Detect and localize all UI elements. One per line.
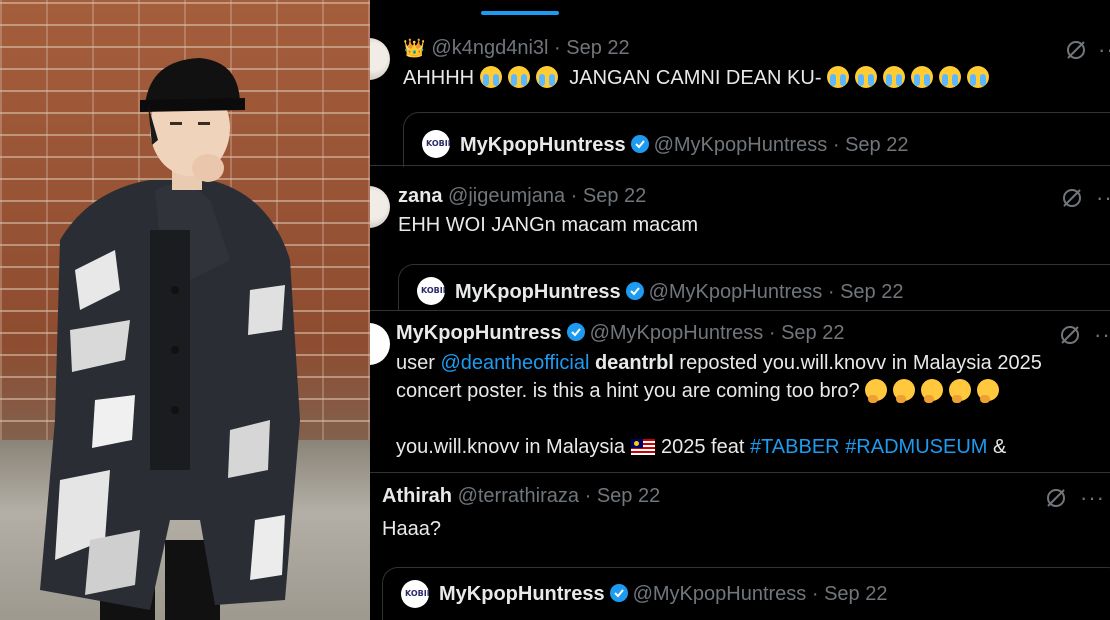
quoted-tweet[interactable]: KOBIE MyKpopHuntress @MyKpopHuntress · Se… [382, 567, 1110, 620]
malaysia-flag-icon [630, 439, 655, 455]
separator-dot: · [832, 134, 840, 156]
tweet-text: Haaa? [382, 518, 441, 540]
tweet-athirah[interactable]: Athirah @terrathiraza · Sep 22 ··· Haaa?… [370, 473, 1110, 620]
loudly-crying-face-emoji [883, 66, 906, 88]
tweet-date[interactable]: Sep 22 [583, 185, 646, 207]
loudly-crying-face-emoji [967, 66, 990, 88]
tweet-text-line-3: you.will.knovv in Malaysia 2025 feat #TAB… [396, 436, 1007, 458]
reply-feed: 👑@k4ngd4ni3l · Sep 22 ··· AHHHH JANGAN C… [370, 0, 1110, 620]
grok-icon[interactable] [1064, 38, 1088, 62]
quoted-tweet[interactable]: KOBIE MyKpopHuntress @MyKpopHuntress · Se… [403, 112, 1110, 167]
quoted-avatar: KOBIE [401, 580, 429, 608]
separator-dot: · [584, 485, 592, 507]
quoted-name: MyKpopHuntress [460, 134, 626, 156]
quoted-header: MyKpopHuntress @MyKpopHuntress · Sep 22 [455, 280, 903, 304]
thinking-face-emoji [865, 379, 888, 403]
crown-icon: 👑 [403, 38, 426, 58]
quoted-header: MyKpopHuntress @MyKpopHuntress · Sep 22 [439, 582, 887, 606]
more-options-icon[interactable]: ··· [1094, 324, 1110, 346]
quoted-avatar: KOBIE [417, 277, 445, 305]
user-name[interactable]: MyKpopHuntress [396, 322, 562, 344]
loudly-crying-face-emoji [939, 66, 962, 88]
thinking-face-emoji [977, 379, 1000, 403]
tweet-header: zana @jigeumjana · Sep 22 [398, 184, 646, 208]
quoted-name: MyKpopHuntress [455, 281, 621, 303]
tweet-mykpophuntress[interactable]: MyKpopHuntress @MyKpopHuntress · Sep 22 ·… [370, 311, 1110, 471]
tweet-text: AHHHH JANGAN CAMNI DEAN KU- [403, 64, 995, 92]
tweet-header: Athirah @terrathiraza · Sep 22 [382, 484, 660, 508]
tweet-header: 👑 @k4ngd4ni3l · Sep 22 [403, 36, 630, 60]
separator-dot: · [811, 583, 819, 605]
separator-dot: · [570, 185, 578, 207]
loudly-crying-face-emoji [911, 66, 934, 88]
separator-dot: · [768, 322, 776, 344]
quoted-avatar: KOBIE [422, 130, 450, 158]
tweet-text-line-2: concert poster. is this a hint you are c… [396, 377, 1005, 405]
loudly-crying-face-emoji [535, 66, 558, 88]
user-name[interactable]: Athirah [382, 485, 452, 507]
loudly-crying-face-emoji [479, 66, 502, 88]
quoted-date: Sep 22 [840, 281, 904, 303]
thinking-face-emoji [893, 379, 916, 403]
tweet-text-line-1: user @deantheofficial deantrbl reposted … [396, 352, 1042, 374]
user-name[interactable]: zana [398, 185, 442, 207]
grok-icon[interactable] [1058, 323, 1082, 347]
mention-link[interactable]: @deantheofficial [440, 352, 589, 374]
user-handle[interactable]: @terrathiraza [458, 485, 579, 507]
more-options-icon[interactable]: ··· [1080, 487, 1105, 509]
verified-badge-icon [630, 135, 649, 153]
user-handle[interactable]: @k4ngd4ni3l [431, 37, 548, 59]
quoted-date: Sep 22 [824, 583, 888, 605]
loudly-crying-face-emoji [507, 66, 530, 88]
person-illustration [40, 58, 300, 620]
tweet-text: EHH WOI JANGn macam macam [398, 214, 699, 236]
thinking-face-emoji [921, 379, 944, 403]
quoted-tweet[interactable]: KOBIE MyKpopHuntress @MyKpopHuntress · Se… [398, 264, 1110, 311]
avatar[interactable] [370, 323, 390, 365]
quoted-handle: @MyKpopHuntress [653, 134, 828, 156]
separator-dot: · [554, 37, 561, 59]
hashtag-link[interactable]: #TABBER [750, 436, 840, 458]
quoted-date: Sep 22 [845, 134, 909, 156]
grok-icon[interactable] [1060, 186, 1084, 210]
loudly-crying-face-emoji [827, 66, 850, 88]
tweet-zana[interactable]: zana @jigeumjana · Sep 22 ··· EHH WOI JA… [370, 166, 1110, 311]
grok-icon[interactable] [1044, 486, 1068, 510]
avatar[interactable] [370, 38, 390, 80]
tweet-date[interactable]: Sep 22 [566, 37, 629, 59]
tweet-header: MyKpopHuntress @MyKpopHuntress · Sep 22 [396, 321, 844, 345]
tweet-k4ngd4ni3l[interactable]: 👑@k4ngd4ni3l · Sep 22 ··· AHHHH JANGAN C… [370, 0, 1110, 167]
separator-dot: · [827, 281, 835, 303]
thinking-face-emoji [949, 379, 972, 403]
user-handle[interactable]: @jigeumjana [448, 185, 565, 207]
quoted-header: MyKpopHuntress @MyKpopHuntress · Sep 22 [460, 133, 908, 157]
avatar[interactable] [370, 186, 390, 228]
tweet-date[interactable]: Sep 22 [781, 322, 844, 344]
verified-badge-icon [625, 282, 644, 300]
hashtag-link[interactable]: #RADMUSEUM [845, 436, 987, 458]
user-handle[interactable]: @MyKpopHuntress [590, 322, 764, 344]
verified-badge-icon [609, 584, 628, 602]
more-options-icon[interactable]: ··· [1096, 187, 1110, 209]
more-options-icon[interactable]: ··· [1098, 39, 1110, 61]
tweet-date[interactable]: Sep 22 [597, 485, 660, 507]
quoted-name: MyKpopHuntress [439, 583, 605, 605]
quoted-handle: @MyKpopHuntress [648, 281, 823, 303]
photo-panel [0, 0, 370, 620]
verified-badge-icon [566, 323, 585, 341]
loudly-crying-face-emoji [855, 66, 878, 88]
quoted-handle: @MyKpopHuntress [632, 583, 807, 605]
